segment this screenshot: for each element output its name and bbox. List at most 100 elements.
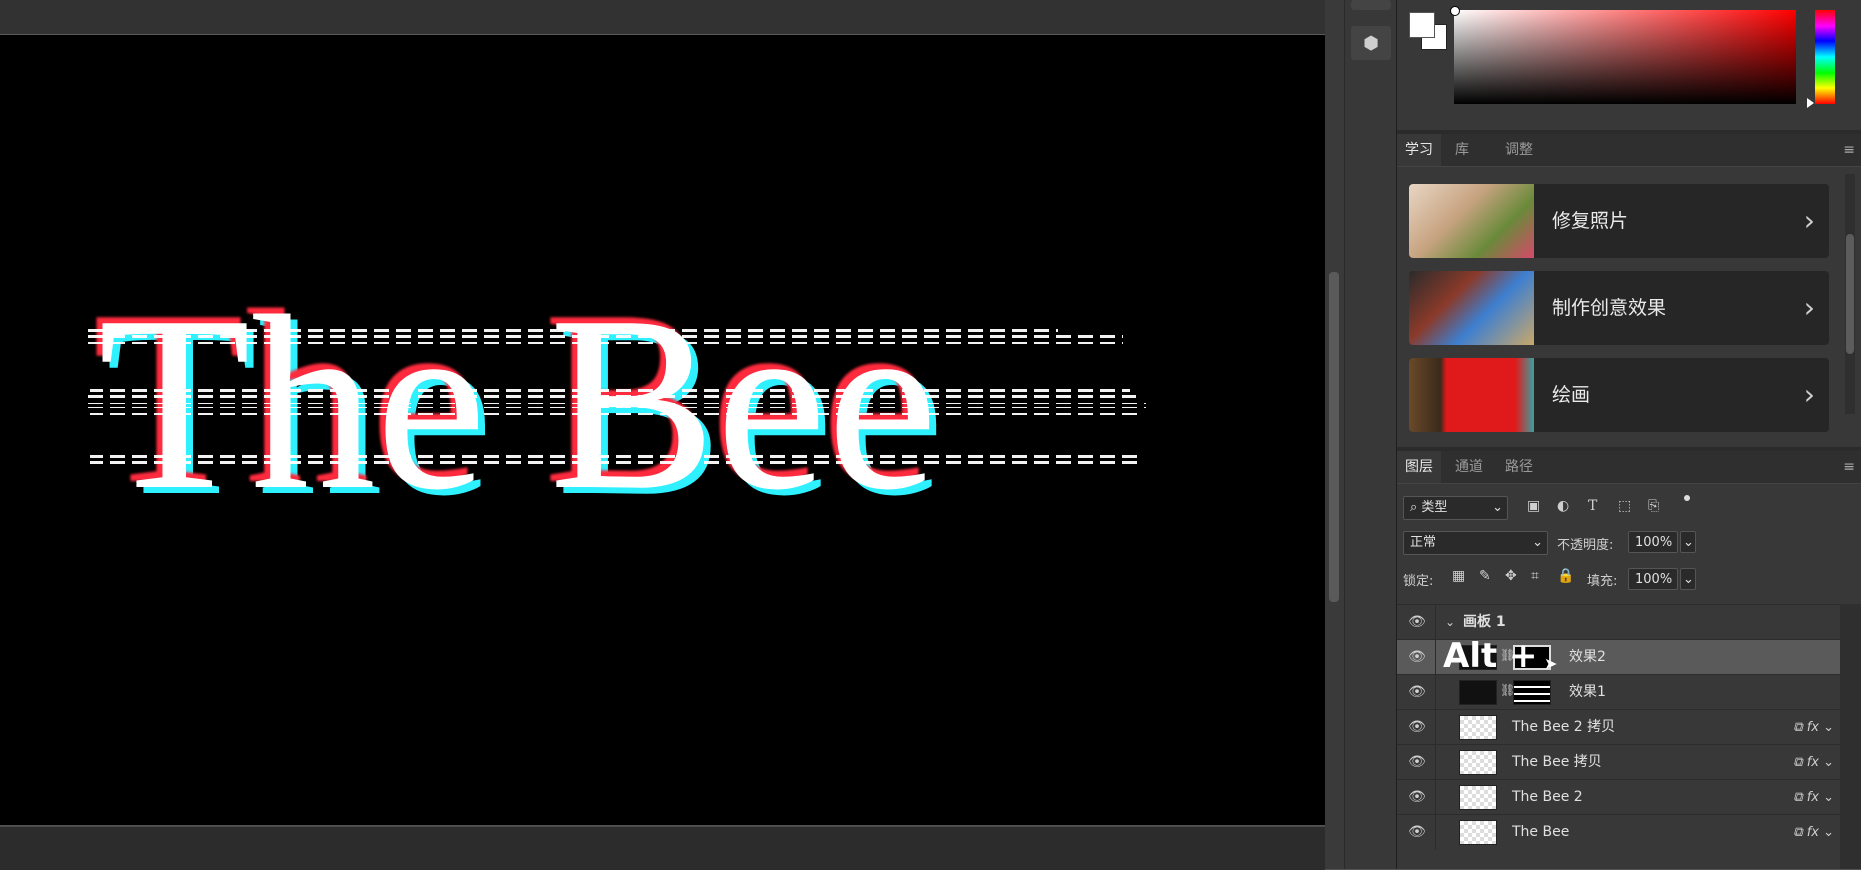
layers-scrollbar[interactable] <box>1840 604 1861 869</box>
layer-row-effect1[interactable]: 👁 ⛓ 效果1 <box>1397 674 1840 710</box>
filter-toggle-icon[interactable] <box>1684 495 1690 501</box>
layer-mask-thumbnail[interactable] <box>1513 680 1551 705</box>
tab-paths[interactable]: 路径 <box>1497 451 1541 483</box>
eye-icon[interactable]: 👁 <box>1405 745 1429 780</box>
tab-channels[interactable]: 通道 <box>1447 451 1491 483</box>
chevron-right-icon: › <box>1803 291 1815 324</box>
chevron-down-icon: ⌄ <box>1683 572 1694 587</box>
layer-name: 效果1 <box>1569 684 1606 700</box>
divider <box>1435 745 1436 780</box>
divider <box>1435 710 1436 745</box>
fx-label: fx <box>1806 755 1819 770</box>
eye-icon[interactable]: 👁 <box>1405 605 1429 640</box>
eye-icon[interactable]: 👁 <box>1405 640 1429 675</box>
eye-icon[interactable]: 👁 <box>1405 780 1429 815</box>
chevron-right-icon: › <box>1803 378 1815 411</box>
search-icon: ⌕ <box>1410 500 1422 515</box>
tab-library[interactable]: 库 <box>1447 134 1477 166</box>
document-tab-bar <box>0 0 1325 35</box>
fx-label: fx <box>1806 790 1819 805</box>
panel-menu-icon[interactable]: ≡ <box>1843 459 1855 475</box>
tab-learn[interactable]: 学习 <box>1397 134 1441 166</box>
pixel-filter-icon[interactable]: ▣ <box>1527 498 1540 514</box>
layer-thumbnail <box>1459 820 1497 845</box>
color-field[interactable] <box>1454 10 1796 104</box>
color-picker-handle[interactable] <box>1450 6 1460 16</box>
right-panel-dock: 学习 库 调整 ≡ 修复照片 › 制作创意效果 › 绘画 › 图层 通道 路径 <box>1397 0 1861 869</box>
eye-icon[interactable]: 👁 <box>1405 815 1429 850</box>
layer-row-bee2-copy[interactable]: 👁 The Bee 2 拷贝 ⧉ fx ⌄ <box>1397 709 1840 745</box>
card-thumbnail-creative <box>1409 271 1534 345</box>
layer-group-row[interactable]: 👁 ⌄ 画板 1 <box>1397 604 1840 640</box>
card-label: 制作创意效果 <box>1552 297 1667 319</box>
fill-input[interactable]: 100% <box>1628 568 1678 590</box>
layer-name: The Bee 2 拷贝 <box>1512 719 1616 735</box>
layer-thumbnail <box>1459 680 1497 705</box>
fx-label: fx <box>1806 825 1819 840</box>
document-canvas[interactable]: The Bee The Bee The Bee <box>0 35 1325 825</box>
layer-thumbnail <box>1459 750 1497 775</box>
chevron-down-icon: ⌄ <box>1683 535 1694 550</box>
layer-row-bee2[interactable]: 👁 The Bee 2 ⧉ fx ⌄ <box>1397 779 1840 815</box>
layer-effects-icon[interactable]: ⧉ fx ⌄ <box>1793 780 1834 815</box>
learn-scrollbar-thumb[interactable] <box>1846 234 1854 354</box>
eye-icon[interactable]: 👁 <box>1405 710 1429 745</box>
3d-panel-icon[interactable]: ⬢ <box>1351 26 1391 60</box>
layer-effects-icon[interactable]: ⧉ fx ⌄ <box>1793 710 1834 745</box>
learn-card-creative-effects[interactable]: 制作创意效果 › <box>1409 271 1829 345</box>
layers-panel: 图层 通道 路径 ≡ ⌕ 类型 ⌄ ▣ ◐ T ⬚ ⎘ 正常 ⌄ 不透明度: 1… <box>1397 451 1861 869</box>
blend-mode-select[interactable]: 正常 ⌄ <box>1403 531 1548 555</box>
learn-tabbar: 学习 库 调整 ≡ <box>1397 134 1861 167</box>
keyboard-hint-overlay: Alt + <box>1443 636 1538 676</box>
chevron-right-icon: › <box>1803 204 1815 237</box>
learn-card-painting[interactable]: 绘画 › <box>1409 358 1829 432</box>
opacity-input[interactable]: 100% <box>1628 531 1678 553</box>
layer-name: The Bee 拷贝 <box>1512 754 1602 770</box>
tab-layers[interactable]: 图层 <box>1397 451 1441 483</box>
lock-label: 锁定: <box>1403 574 1434 589</box>
lock-artboard-icon[interactable]: ⌗ <box>1531 568 1539 584</box>
layer-effects-icon[interactable]: ⧉ fx ⌄ <box>1793 745 1834 780</box>
group-name: 画板 1 <box>1463 614 1506 630</box>
layer-thumbnail <box>1459 785 1497 810</box>
panel-icon-strip: ⬢ <box>1344 0 1397 869</box>
lock-all-icon[interactable]: 🔒 <box>1557 568 1574 584</box>
hue-slider-handle[interactable] <box>1807 98 1814 108</box>
learn-scrollbar[interactable] <box>1845 174 1855 414</box>
layer-name: 效果2 <box>1569 649 1606 665</box>
collapsed-panel-icon[interactable] <box>1351 0 1391 10</box>
hue-slider[interactable] <box>1815 10 1835 104</box>
card-label: 绘画 <box>1552 384 1591 406</box>
opacity-dropdown[interactable]: ⌄ <box>1680 531 1696 553</box>
color-panel <box>1397 0 1861 130</box>
type-filter-icon[interactable]: T <box>1588 498 1597 514</box>
adjustment-filter-icon[interactable]: ◐ <box>1557 498 1569 514</box>
chevron-down-icon: ⌄ <box>1532 535 1543 550</box>
lock-position-icon[interactable]: ✥ <box>1505 568 1517 584</box>
layer-name: The Bee 2 <box>1512 789 1583 805</box>
divider <box>1435 815 1436 850</box>
smart-object-filter-icon[interactable]: ⎘ <box>1648 498 1659 514</box>
layer-row-bee-copy[interactable]: 👁 The Bee 拷贝 ⧉ fx ⌄ <box>1397 744 1840 780</box>
lock-paint-icon[interactable]: ✎ <box>1479 568 1491 584</box>
lock-transparent-icon[interactable]: ▦ <box>1452 568 1465 584</box>
divider <box>1435 675 1436 710</box>
cursor-icon: ➤ <box>1544 654 1558 673</box>
tab-adjustments[interactable]: 调整 <box>1497 134 1541 166</box>
opacity-label: 不透明度: <box>1557 538 1614 553</box>
eye-icon[interactable]: 👁 <box>1405 675 1429 710</box>
layer-filter-select[interactable]: ⌕ 类型 ⌄ <box>1403 496 1508 520</box>
scrollbar-thumb[interactable] <box>1329 272 1339 602</box>
divider <box>1435 640 1436 675</box>
chevron-down-icon[interactable]: ⌄ <box>1445 605 1455 640</box>
card-thumbnail-fish <box>1409 358 1534 432</box>
panel-menu-icon[interactable]: ≡ <box>1843 142 1855 158</box>
divider <box>1435 605 1436 640</box>
chevron-down-icon: ⌄ <box>1492 500 1503 515</box>
fill-dropdown[interactable]: ⌄ <box>1680 568 1696 590</box>
layers-tabbar: 图层 通道 路径 ≡ <box>1397 451 1861 484</box>
layer-row-bee[interactable]: 👁 The Bee ⧉ fx ⌄ <box>1397 814 1840 850</box>
shape-filter-icon[interactable]: ⬚ <box>1618 498 1631 514</box>
layer-effects-icon[interactable]: ⧉ fx ⌄ <box>1793 815 1834 850</box>
learn-card-repair-photo[interactable]: 修复照片 › <box>1409 184 1829 258</box>
